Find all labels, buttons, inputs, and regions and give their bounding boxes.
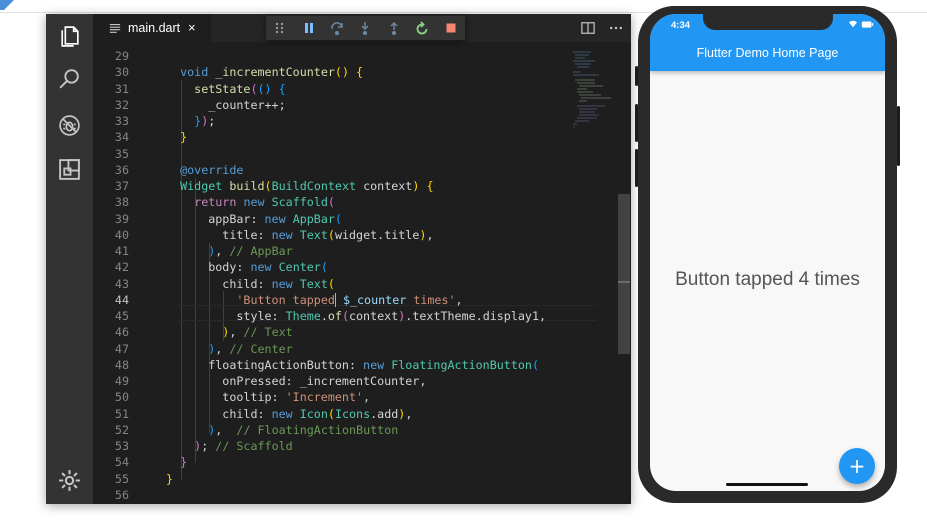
tab-label: main.dart <box>128 21 181 35</box>
code-line: 48 floatingActionButton: new FloatingAct… <box>114 357 539 372</box>
gear-icon[interactable] <box>57 468 82 493</box>
app-bar: 4:34 Flutter Demo Home Page <box>650 14 885 71</box>
add-icon: + <box>848 454 866 478</box>
restart-icon[interactable] <box>408 16 436 40</box>
status-time: 4:34 <box>671 20 691 31</box>
drag-handle-icon[interactable] <box>266 16 294 40</box>
counter-text: Button tapped 4 times <box>675 269 860 290</box>
code-line: 34 } <box>114 130 188 145</box>
code-line: 53 ); // Scaffold <box>114 439 293 453</box>
more-icon[interactable] <box>609 20 623 39</box>
code-line: 42 body: new Center( <box>114 260 328 275</box>
split-editor-icon[interactable] <box>581 20 595 39</box>
scrollbar-cursor-mark <box>618 281 630 283</box>
files-icon[interactable] <box>57 24 82 49</box>
extensions-icon[interactable] <box>57 157 82 182</box>
increment-button[interactable]: + <box>839 448 875 484</box>
status-icons <box>848 20 874 28</box>
pause-icon[interactable] <box>294 16 322 40</box>
code-line: 35 <box>114 146 129 161</box>
code-line: 46 ), // Text <box>114 325 293 340</box>
editor-actions <box>581 20 623 39</box>
code-line: 29 <box>114 49 129 63</box>
code-line: 54 } <box>114 455 188 470</box>
phone-screen: 4:34 Flutter Demo Home Page Button tappe… <box>650 14 885 491</box>
code-line: 32 _counter++; <box>114 97 286 112</box>
code-line: 30 void _incrementCounter() { <box>114 65 364 80</box>
phone-notch <box>703 14 833 30</box>
code-line: 49 onPressed: _incrementCounter, <box>114 374 427 388</box>
code-line: 45 style: Theme.of(context).textTheme.di… <box>114 309 547 323</box>
phone-side-button <box>635 66 638 86</box>
code-area[interactable]: 29 30 void _incrementCounter() { 31 setS… <box>93 48 616 504</box>
step-into-icon[interactable] <box>351 16 379 40</box>
phone-side-button <box>635 104 638 142</box>
step-over-icon[interactable] <box>323 16 351 40</box>
code-line: 47 ), // Center <box>114 341 293 356</box>
debug-icon[interactable] <box>57 113 82 138</box>
code-line: 41 ), // AppBar <box>114 244 293 258</box>
minimap[interactable] <box>571 48 616 138</box>
code-line: 31 setState(() { <box>114 81 286 96</box>
file-lines-icon <box>109 21 123 35</box>
code-line: 36 @override <box>114 162 244 177</box>
code-line: 38 return new Scaffold( <box>114 195 335 210</box>
stop-icon[interactable] <box>437 16 465 40</box>
close-icon[interactable]: × <box>188 20 196 35</box>
code-editor-window: main.dart × 29 30 void _incrementCounter… <box>46 14 631 504</box>
logo-icon <box>0 0 14 10</box>
code-line: 33 }); <box>114 114 216 128</box>
code-line: 39 appBar: new AppBar( <box>114 211 342 226</box>
wifi-icon <box>849 20 857 28</box>
search-icon[interactable] <box>57 67 82 92</box>
activity-bar <box>46 14 93 504</box>
tab-main-dart[interactable]: main.dart × <box>93 14 211 42</box>
code-line: 50 tooltip: 'Increment', <box>114 390 371 405</box>
scrollbar-thumb[interactable] <box>618 194 630 354</box>
code-line: 40 title: new Text(widget.title), <box>114 227 434 242</box>
code-line: 44 'Button tapped $_counter times', <box>114 292 463 307</box>
code-line: 37 Widget build(BuildContext context) { <box>114 179 434 193</box>
debug-toolbar <box>266 16 465 40</box>
code-line: 56 <box>114 487 129 502</box>
code-line: 55} <box>114 471 174 486</box>
phone-side-button <box>897 106 900 166</box>
code-line: 52 ), // FloatingActionButton <box>114 422 399 437</box>
app-title: Flutter Demo Home Page <box>696 46 839 60</box>
code-line: 51 child: new Icon(Icons.add), <box>114 406 413 421</box>
phone-side-button <box>635 149 638 187</box>
battery-icon <box>861 20 874 28</box>
home-indicator[interactable] <box>726 483 808 486</box>
code-line: 43 child: new Text( <box>114 276 335 291</box>
step-out-icon[interactable] <box>380 16 408 40</box>
